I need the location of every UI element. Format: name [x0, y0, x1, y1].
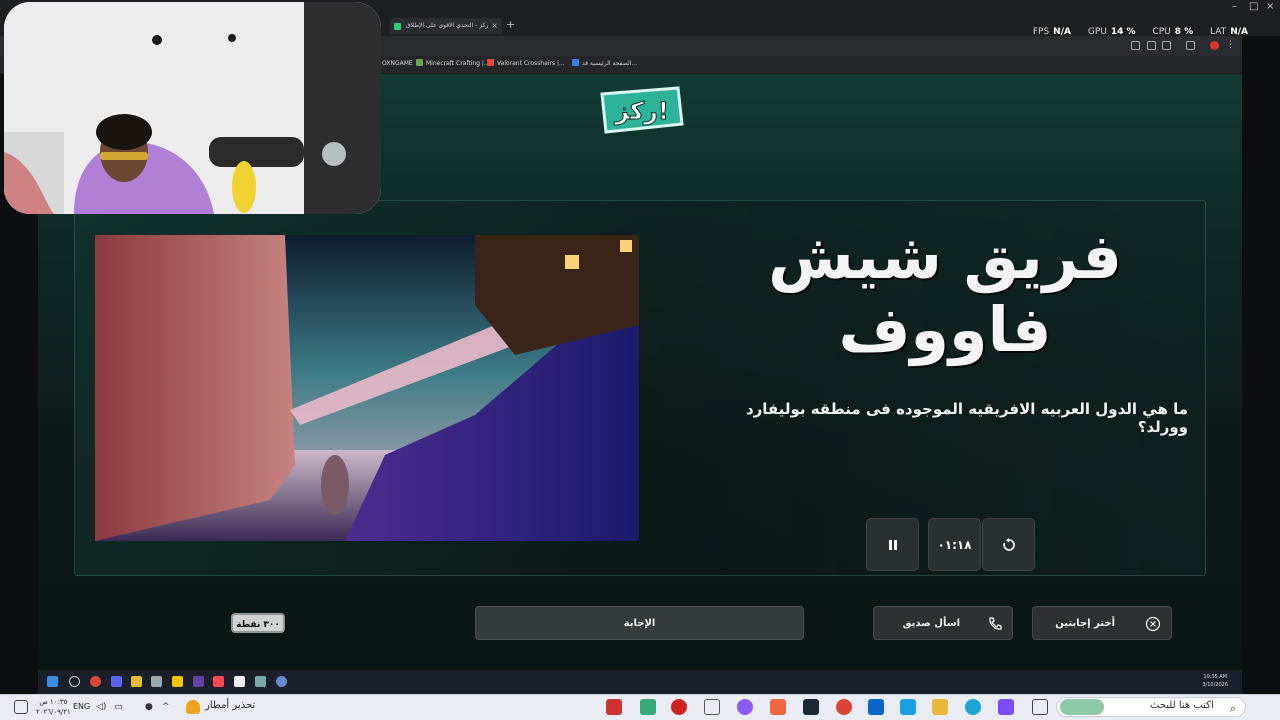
performance-overlay: FPS N/A GPU 14 % CPU 8 % LAT N/A [1033, 27, 1248, 37]
task-view-icon[interactable] [1032, 699, 1048, 715]
microphone-icon[interactable]: ● [145, 702, 153, 712]
discord-icon[interactable] [111, 676, 122, 687]
volume-icon[interactable]: ◁) [96, 702, 106, 712]
app-icon[interactable] [234, 676, 245, 687]
os-date: ٢٠٢٦/٠٩/٢١ [36, 708, 71, 716]
language-indicator[interactable]: ENG [73, 702, 90, 711]
browser-tab-active[interactable]: ركز - التحدي الاقوى على الإطلاق × [390, 18, 502, 34]
lat-value: N/A [1230, 27, 1248, 37]
valorant-icon[interactable] [213, 676, 224, 687]
inner-clock: 10:35 AM 3/10/2026 [1202, 673, 1228, 689]
answer-label: الإجابة [623, 618, 656, 629]
steam-icon[interactable] [803, 699, 819, 715]
extension-icon[interactable] [1162, 41, 1171, 50]
search-placeholder[interactable]: اكتب هنا للبحث [1150, 700, 1214, 711]
close-window-button[interactable]: × [1266, 0, 1274, 14]
gpu-value: 14 % [1110, 27, 1136, 37]
network-icon[interactable]: ▭ [114, 702, 123, 712]
app-icon[interactable] [151, 676, 162, 687]
app-icon[interactable] [276, 676, 287, 687]
menu-kebab-icon[interactable]: ⋮ [1226, 41, 1235, 50]
app-icon[interactable] [640, 699, 656, 715]
timer-display: ٠١:١٨ [928, 518, 981, 571]
search-highlight-image [1060, 699, 1104, 715]
choose-two-label: أختر إجابتين [1055, 618, 1115, 629]
weather-icon [186, 700, 200, 714]
bookmark-item[interactable]: OXNGAME [382, 57, 413, 71]
inner-date: 3/10/2026 [1202, 682, 1228, 688]
screen: ركز - التحدي الاقوى على الإطلاق × + – □ … [0, 0, 1280, 720]
game-logo: ركز! [600, 86, 684, 134]
search-icon[interactable] [69, 676, 80, 687]
bookmark-item[interactable]: Valorant Crosshairs |... [487, 57, 565, 71]
bookmark-favicon-icon [487, 59, 494, 66]
weather-alert[interactable]: تحذير أمطار [205, 700, 255, 711]
fps-value: N/A [1053, 27, 1071, 37]
outlook-icon[interactable] [868, 699, 884, 715]
site-favicon-icon [394, 23, 401, 30]
os-time: ١٠:٣٥ ص [39, 698, 68, 706]
bookmark-item[interactable]: Minecraft Crafting |... [416, 57, 490, 71]
twitch-icon[interactable] [193, 676, 204, 687]
close-tab-icon[interactable]: × [491, 18, 498, 34]
bookmark-favicon-icon [572, 59, 579, 66]
new-tab-button[interactable]: + [506, 18, 515, 32]
app-icon[interactable] [704, 699, 720, 715]
chrome-icon[interactable] [836, 699, 852, 715]
logo-text: ركز! [614, 97, 669, 125]
rotate-icon [1002, 538, 1015, 551]
pause-button[interactable] [866, 518, 919, 571]
app-icon[interactable] [671, 699, 687, 715]
chrome-icon[interactable] [90, 676, 101, 687]
notification-icon[interactable] [14, 700, 28, 714]
edge-icon[interactable] [965, 699, 981, 715]
minimize-button[interactable]: – [1232, 0, 1237, 14]
cast-icon[interactable] [1131, 41, 1140, 50]
folder-icon[interactable] [131, 676, 142, 687]
search-icon[interactable]: ⌕ [1230, 702, 1236, 716]
webcam-overlay [4, 2, 381, 214]
points-badge: ٣٠٠ نقطة [231, 613, 285, 633]
file-explorer-icon[interactable] [932, 699, 948, 715]
os-clock[interactable]: ١٠:٣٥ ص ٢٠٢٦/٠٩/٢١ [36, 697, 71, 717]
app-icon[interactable] [737, 699, 753, 715]
start-icon[interactable] [47, 676, 58, 687]
close-circle-icon [1145, 616, 1161, 632]
tab-title: ركز - التحدي الاقوى على الإطلاق [406, 22, 489, 29]
answer-button[interactable]: الإجابة [475, 606, 804, 640]
bookmark-item[interactable]: الصفحة الرئيسية قد... [572, 57, 637, 71]
settings-icon[interactable] [255, 676, 266, 687]
app-icon[interactable] [606, 699, 622, 715]
cpu-value: 8 % [1174, 27, 1194, 37]
inner-time: 10:35 AM [1203, 674, 1228, 680]
tray-chevron-icon[interactable]: ^ [162, 702, 170, 712]
lat-label: LAT [1210, 27, 1227, 37]
reset-timer-button[interactable] [982, 518, 1035, 571]
phone-icon [989, 617, 1002, 630]
app-icon[interactable] [770, 699, 786, 715]
maximize-button[interactable]: □ [1249, 0, 1258, 14]
ask-friend-label: اسأل صديق [902, 618, 960, 629]
sidebar-icon[interactable] [1186, 41, 1195, 50]
question-text: ما هي الدول العربيه الافريقيه الموجوده ف… [745, 400, 1188, 436]
question-image [95, 235, 639, 541]
bookmark-favicon-icon [416, 59, 423, 66]
ask-friend-button[interactable]: اسأل صديق [873, 606, 1013, 640]
pause-icon [888, 540, 897, 550]
gpu-label: GPU [1087, 27, 1107, 37]
store-icon[interactable] [900, 699, 916, 715]
copilot-icon[interactable] [998, 699, 1014, 715]
app-icon[interactable] [172, 676, 183, 687]
team-name: فريق شيش فاووف [768, 220, 1122, 366]
cpu-label: CPU [1152, 27, 1171, 37]
incognito-icon[interactable] [1147, 41, 1156, 50]
profile-avatar[interactable] [1210, 41, 1219, 50]
choose-two-answers-button[interactable]: أختر إجابتين [1032, 606, 1172, 640]
fps-label: FPS [1032, 27, 1050, 37]
